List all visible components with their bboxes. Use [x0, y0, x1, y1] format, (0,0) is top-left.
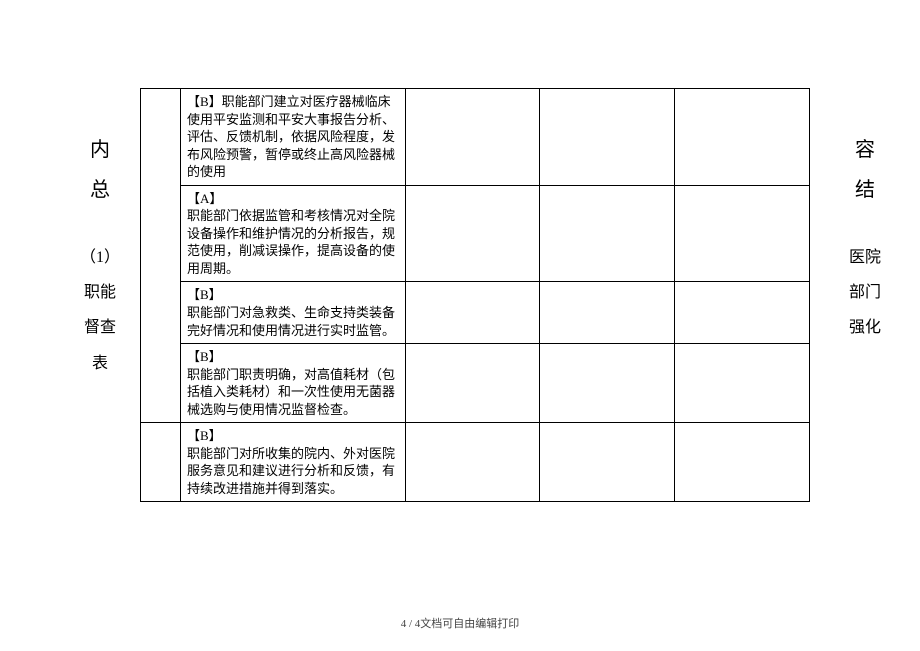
- row-span-cell: [141, 423, 181, 502]
- page-footer: 4 / 4文档可自由编辑打印: [0, 615, 920, 631]
- criteria-cell: 【B】职能部门对所收集的院内、外对医院服务意见和建议进行分析和反馈，有持续改进措…: [180, 423, 405, 502]
- criteria-cell: 【B】职能部门建立对医疗器械临床使用平安监测和平安大事报告分析、评估、反馈机制，…: [180, 89, 405, 186]
- left-line-1: （1）: [80, 240, 120, 275]
- empty-cell: [405, 282, 540, 344]
- inspection-table: 【B】职能部门建立对医疗器械临床使用平安监测和平安大事报告分析、评估、反馈机制，…: [140, 88, 810, 502]
- left-line-4: 表: [80, 346, 120, 381]
- empty-cell: [540, 423, 675, 502]
- empty-cell: [405, 185, 540, 282]
- empty-cell: [540, 185, 675, 282]
- right-char-2: 结: [845, 170, 885, 210]
- table-row: 【A】职能部门依据监管和考核情况对全院设备操作和维护情况的分析报告，规范使用，削…: [141, 185, 810, 282]
- criteria-cell: 【A】职能部门依据监管和考核情况对全院设备操作和维护情况的分析报告，规范使用，削…: [180, 185, 405, 282]
- empty-cell: [675, 282, 810, 344]
- table-row: 【B】职能部门职责明确，对高值耗材（包括植入类耗材）和一次性使用无菌器械选购与使…: [141, 344, 810, 423]
- left-char-1: 内: [80, 130, 120, 170]
- right-line-3: 强化: [845, 310, 885, 345]
- left-margin-column: 内 总 （1） 职能 督查 表: [80, 130, 120, 381]
- table-row: 【B】职能部门对所收集的院内、外对医院服务意见和建议进行分析和反馈，有持续改进措…: [141, 423, 810, 502]
- empty-cell: [675, 89, 810, 186]
- table-row: 【B】职能部门对急救类、生命支持类装备完好情况和使用情况进行实时监管。: [141, 282, 810, 344]
- right-line-1: 医院: [845, 240, 885, 275]
- row-span-cell: [141, 89, 181, 423]
- empty-cell: [675, 344, 810, 423]
- empty-cell: [675, 423, 810, 502]
- empty-cell: [540, 89, 675, 186]
- empty-cell: [405, 344, 540, 423]
- right-line-2: 部门: [845, 275, 885, 310]
- empty-cell: [540, 344, 675, 423]
- empty-cell: [675, 185, 810, 282]
- left-line-3: 督查: [80, 310, 120, 345]
- left-line-2: 职能: [80, 275, 120, 310]
- empty-cell: [405, 423, 540, 502]
- criteria-cell: 【B】职能部门职责明确，对高值耗材（包括植入类耗材）和一次性使用无菌器械选购与使…: [180, 344, 405, 423]
- criteria-cell: 【B】职能部门对急救类、生命支持类装备完好情况和使用情况进行实时监管。: [180, 282, 405, 344]
- empty-cell: [405, 89, 540, 186]
- empty-cell: [540, 282, 675, 344]
- right-char-1: 容: [845, 130, 885, 170]
- right-margin-column: 容 结 医院 部门 强化: [845, 130, 885, 346]
- left-char-2: 总: [80, 170, 120, 210]
- table-row: 【B】职能部门建立对医疗器械临床使用平安监测和平安大事报告分析、评估、反馈机制，…: [141, 89, 810, 186]
